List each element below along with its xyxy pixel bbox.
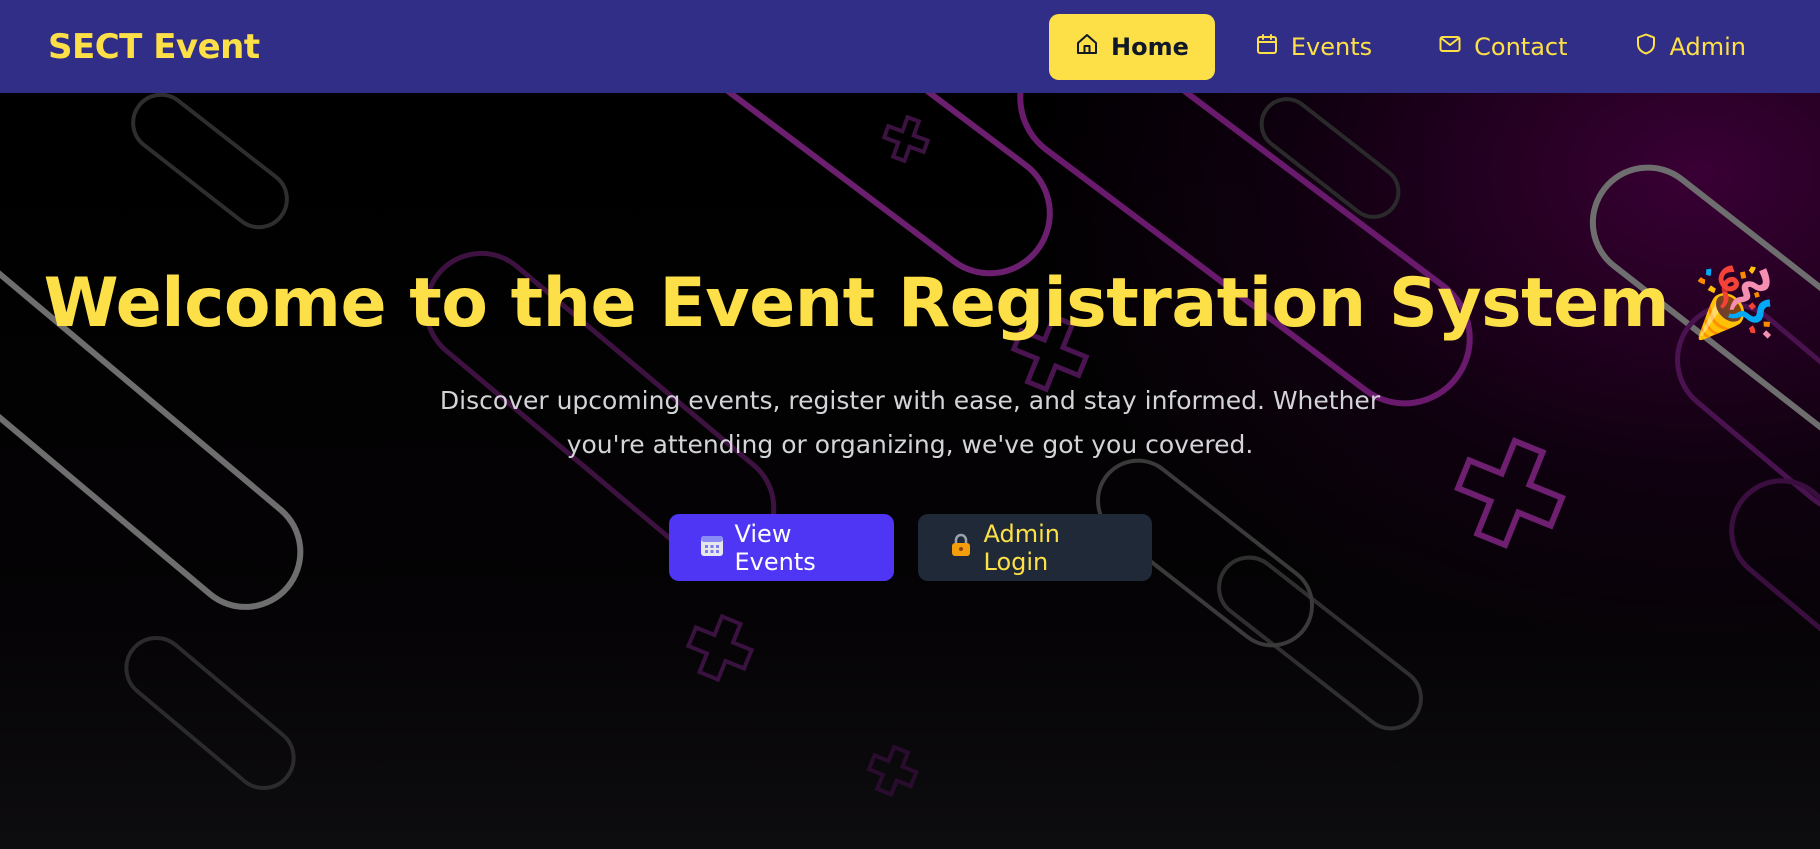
brand-logo[interactable]: SECT Event xyxy=(48,27,260,67)
lock-emoji-icon xyxy=(948,532,974,564)
nav-events-label: Events xyxy=(1290,32,1373,61)
nav-admin-label: Admin xyxy=(1669,32,1747,61)
nav-contact-label: Contact xyxy=(1474,32,1568,61)
calendar-icon xyxy=(1255,32,1279,62)
admin-login-label: Admin Login xyxy=(983,519,1061,576)
nav-home-label: Home xyxy=(1111,32,1189,61)
hero-actions: View Events Admin Login xyxy=(0,514,1820,581)
navbar: SECT Event Home Events Contact Admin xyxy=(0,0,1820,93)
background-pattern xyxy=(0,93,1820,797)
main-nav: Home Events Contact Admin xyxy=(1049,13,1773,80)
view-events-label: View Events xyxy=(734,519,816,576)
mail-icon xyxy=(1438,32,1462,62)
nav-events[interactable]: Events xyxy=(1229,14,1398,80)
view-events-button[interactable]: View Events xyxy=(668,514,894,581)
hero-section: Welcome to the Event Registration System… xyxy=(0,93,1820,849)
nav-admin[interactable]: Admin xyxy=(1608,14,1773,80)
party-popper-icon: 🎉 xyxy=(1692,264,1777,343)
nav-contact[interactable]: Contact xyxy=(1412,14,1593,80)
hero-subtitle: Discover upcoming events, register with … xyxy=(439,386,1381,459)
calendar-emoji-icon xyxy=(699,532,725,564)
hero-title: Welcome to the Event Registration System… xyxy=(0,263,1820,343)
admin-login-button[interactable]: Admin Login xyxy=(917,514,1152,581)
hero-title-text: Welcome to the Event Registration System xyxy=(43,264,1670,343)
nav-home[interactable]: Home xyxy=(1049,13,1215,80)
shield-icon xyxy=(1634,32,1658,62)
home-icon xyxy=(1075,32,1099,62)
